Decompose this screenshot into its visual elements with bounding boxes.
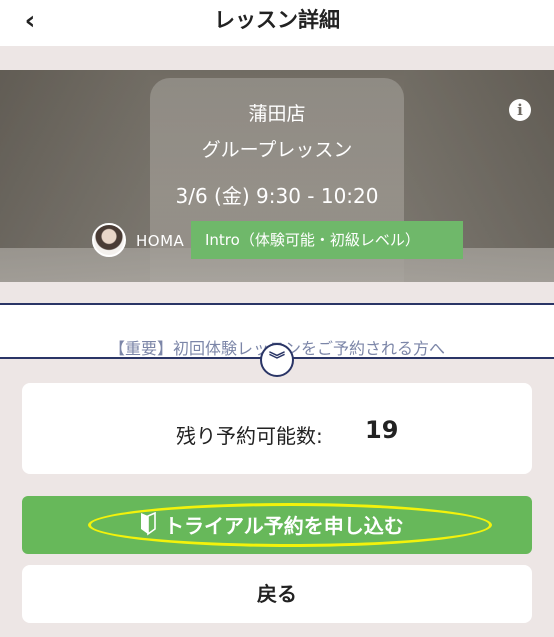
lesson-datetime: 3/6 (金) 9:30 - 10:20 <box>175 184 379 208</box>
lesson-hero-banner: i 蒲田店 グループレッスン 3/6 (金) 9:30 - 10:20 HOMA… <box>0 70 554 282</box>
remaining-slots-card: 残り予約可能数: 19 <box>22 383 532 474</box>
level-badge: Intro（体験可能・初級レベル） <box>191 221 463 259</box>
lesson-type: グループレッスン <box>201 139 353 161</box>
instructor-avatar <box>92 223 126 257</box>
store-name: 蒲田店 <box>248 103 306 125</box>
remaining-count: 19 <box>365 416 399 444</box>
back-button[interactable]: 戻る <box>22 565 532 623</box>
instructor-name: HOMA <box>136 232 185 250</box>
expand-chevron-icon[interactable]: ︾ <box>260 343 294 377</box>
trial-button-label: トライアル予約を申し込む <box>164 514 404 538</box>
remaining-label: 残り予約可能数: <box>176 424 323 448</box>
page-title: レッスン詳細 <box>214 8 340 32</box>
beginner-mark-icon <box>141 512 156 536</box>
trial-reservation-button[interactable]: トライアル予約を申し込む <box>22 496 532 554</box>
back-button-label: 戻る <box>257 582 297 606</box>
header-bar: ‹ レッスン詳細 <box>0 0 554 46</box>
